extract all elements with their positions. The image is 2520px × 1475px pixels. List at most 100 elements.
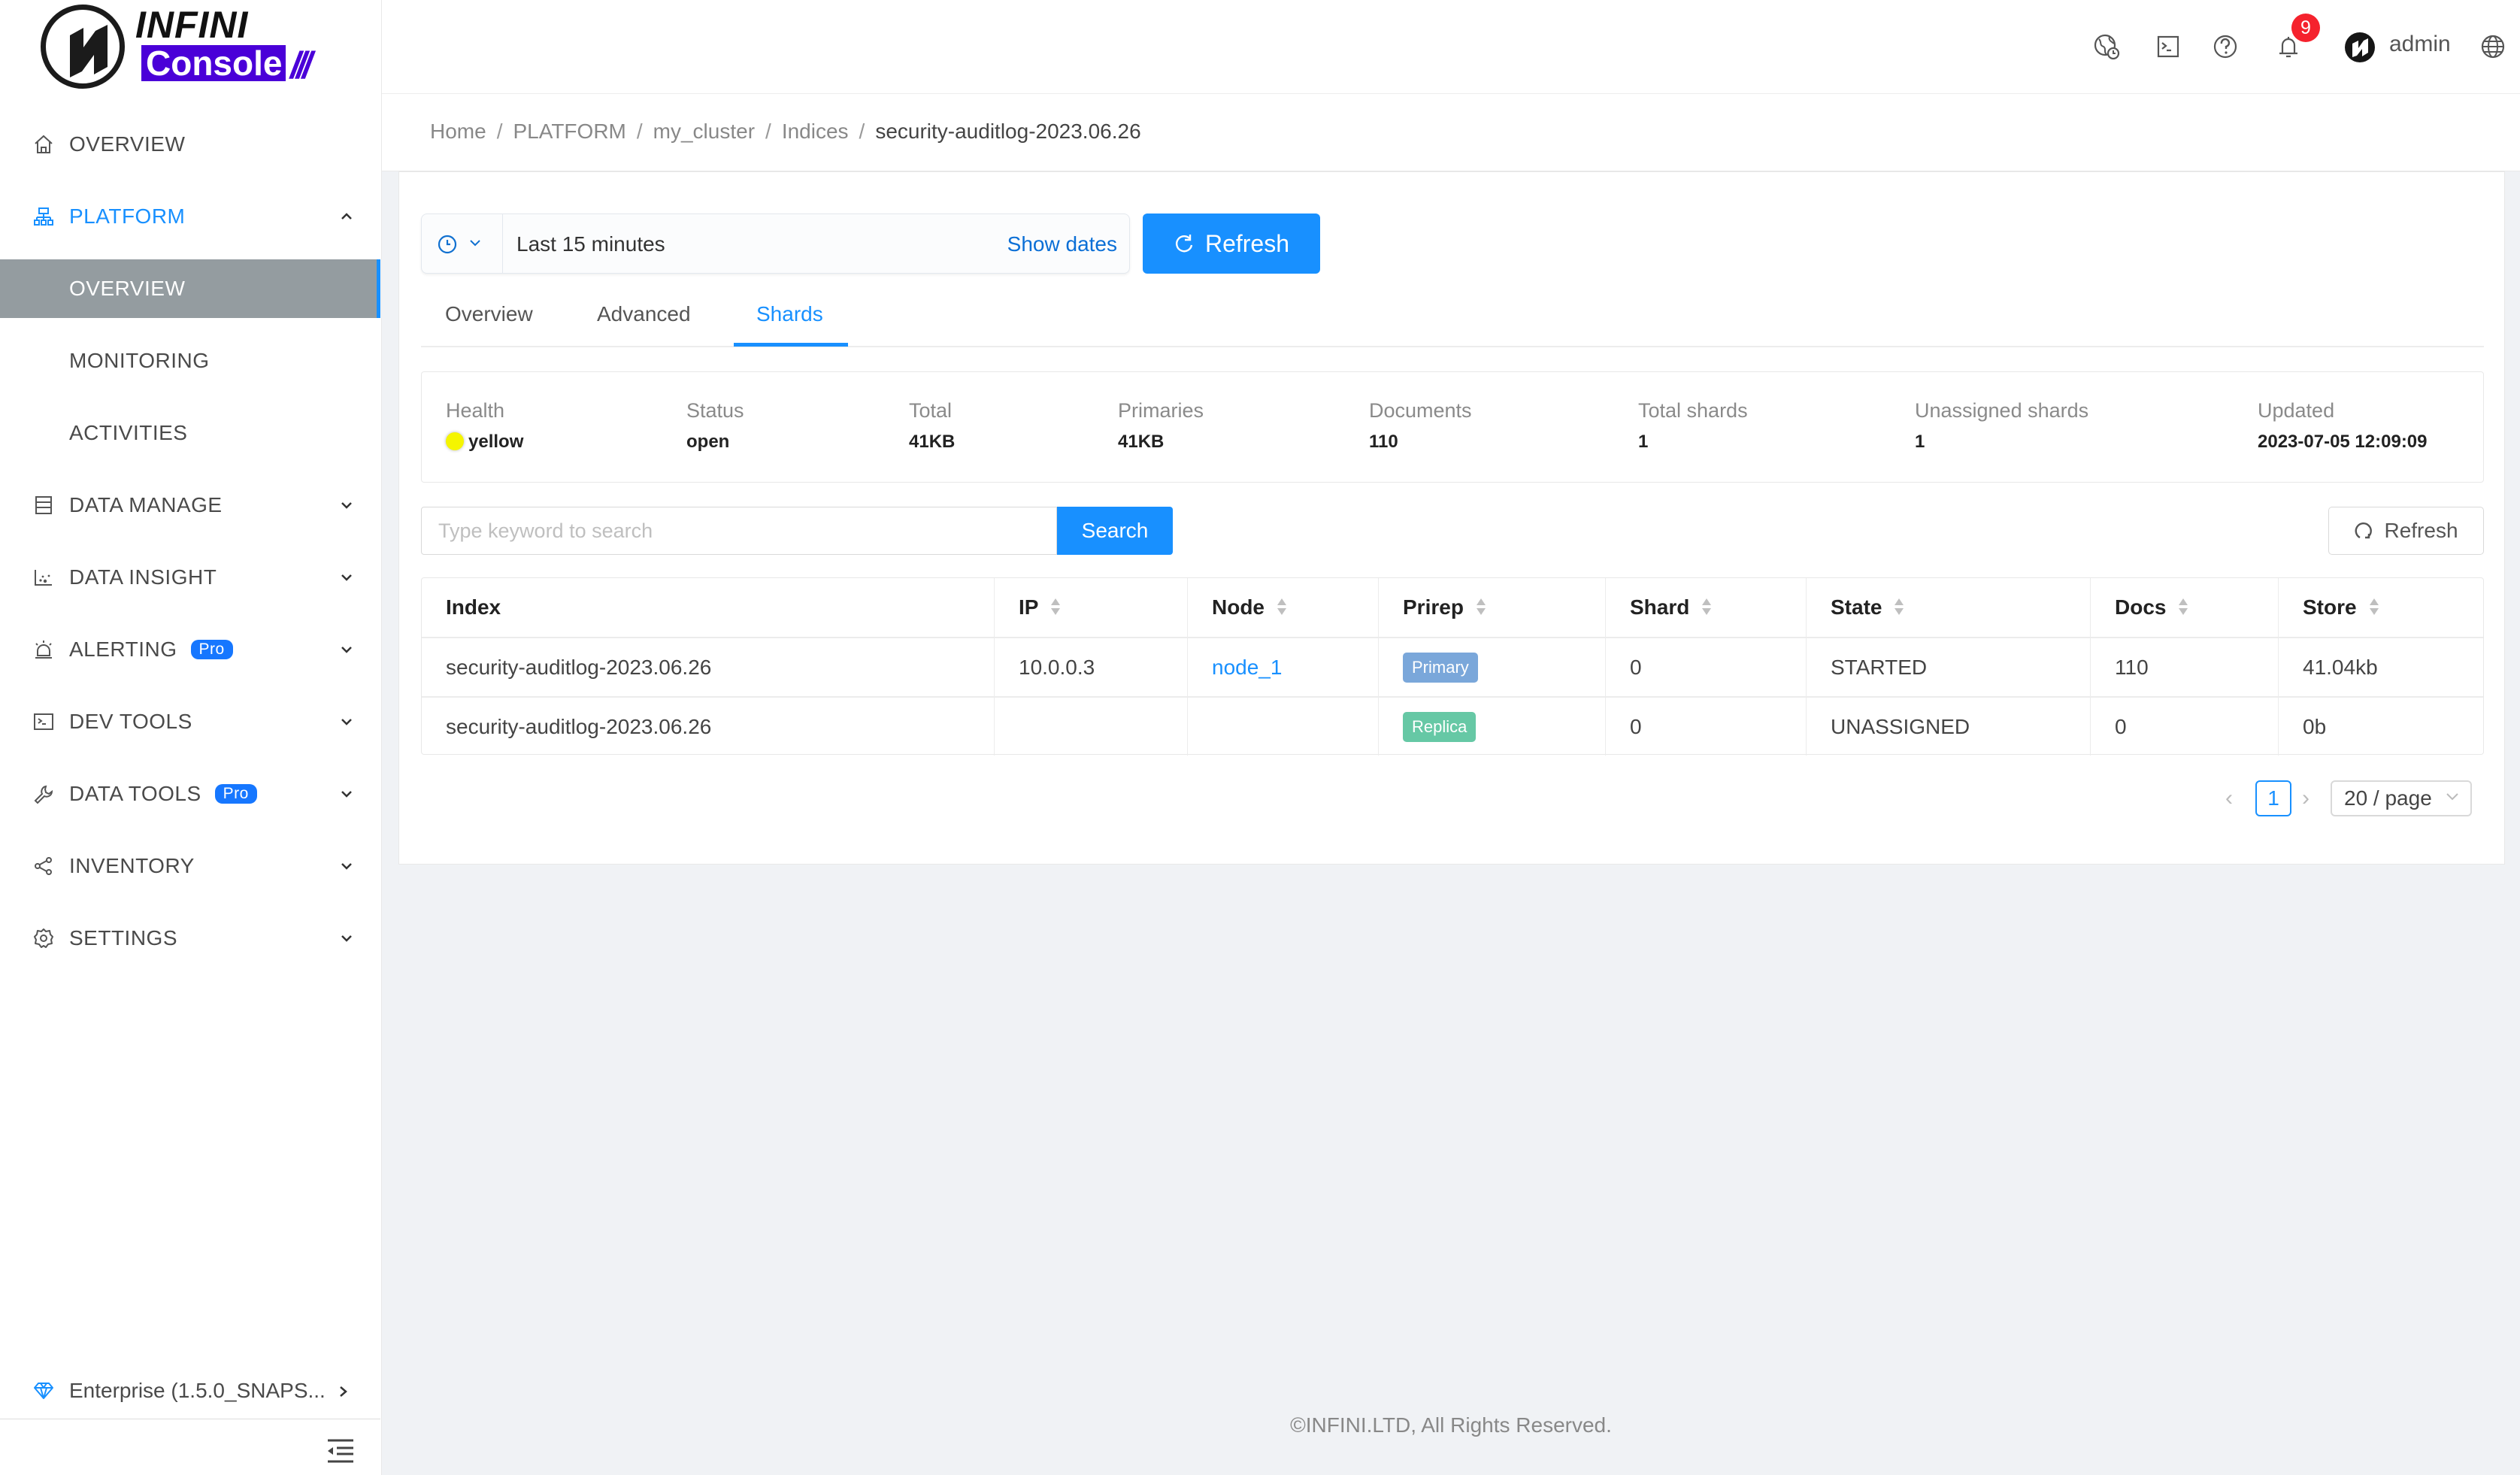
column-header-ip[interactable]: IP: [994, 578, 1187, 637]
tab-advanced[interactable]: Advanced: [597, 302, 691, 326]
sidebar-item-monitoring[interactable]: MONITORING: [0, 332, 380, 390]
search-button[interactable]: Search: [1057, 507, 1173, 555]
logo-mark-icon: [41, 5, 125, 89]
stat-label: Documents: [1369, 399, 1472, 422]
sort-icon[interactable]: [1277, 598, 1287, 617]
sidebar: INFINI Console /// OVERVIEW PLATFORM OVE…: [0, 0, 382, 1475]
cell-node: node_1: [1187, 638, 1378, 696]
page-size-select[interactable]: 20 / page: [2331, 780, 2472, 816]
sidebar-item-label: DATA TOOLS Pro: [69, 782, 257, 806]
prirep-tag: Primary: [1403, 652, 1478, 683]
sidebar-item-label: ACTIVITIES: [69, 421, 188, 444]
breadcrumb-indices[interactable]: Indices: [782, 120, 849, 143]
chevron-right-icon: [340, 1386, 347, 1397]
stat-label: Status: [686, 399, 744, 422]
pro-badge: Pro: [190, 639, 233, 659]
language-icon[interactable]: [2479, 33, 2506, 60]
sidebar-item-label: DATA MANAGE: [69, 493, 223, 516]
breadcrumb: Home / PLATFORM / my_cluster / Indices / securit…: [430, 120, 1141, 143]
stat-total-shards: Total shards 1: [1638, 399, 1748, 453]
top-header: [382, 0, 2520, 94]
column-label: Index: [446, 595, 501, 619]
sidebar-item-data-tools[interactable]: DATA TOOLS Pro: [0, 765, 380, 823]
node-link[interactable]: node_1: [1212, 656, 1282, 680]
sort-icon[interactable]: [2178, 598, 2188, 617]
avatar[interactable]: [2344, 32, 2376, 63]
column-header-prirep[interactable]: Prirep: [1378, 578, 1605, 637]
sort-icon[interactable]: [1701, 598, 1712, 617]
sidebar-item-label: DEV TOOLS: [69, 710, 192, 733]
diamond-icon: [34, 1383, 53, 1399]
cell-store: 0b: [2278, 698, 2483, 756]
breadcrumb-home[interactable]: Home: [430, 120, 486, 143]
sidebar-item-platform[interactable]: PLATFORM: [0, 187, 380, 246]
column-header-store[interactable]: Store: [2278, 578, 2483, 637]
chevron-down-icon: [470, 240, 480, 247]
stat-label: Primaries: [1118, 399, 1204, 422]
search-input[interactable]: [421, 507, 1057, 555]
help-icon[interactable]: [2212, 33, 2239, 60]
sort-icon[interactable]: [1476, 598, 1486, 617]
cell-shard: 0: [1605, 698, 1806, 756]
show-dates-link[interactable]: Show dates: [1007, 232, 1117, 256]
breadcrumb-platform[interactable]: PLATFORM: [513, 120, 625, 143]
chevron-down-icon: [341, 574, 352, 581]
shards-table: Index IP Node Prirep Shard State Docs St…: [421, 577, 2484, 756]
sidebar-item-overview[interactable]: OVERVIEW: [0, 115, 380, 174]
sort-icon[interactable]: [1894, 598, 1904, 617]
collapse-sidebar-icon[interactable]: [326, 1439, 355, 1463]
tab-shards[interactable]: Shards: [756, 302, 823, 326]
globe-clock-icon[interactable]: [2093, 33, 2120, 60]
column-header-state[interactable]: State: [1806, 578, 2090, 637]
stat-value: 2023-07-05 12:09:09: [2258, 432, 2428, 452]
column-header-index: Index: [422, 578, 994, 637]
column-label: Store: [2303, 595, 2357, 619]
sidebar-item-data-manage[interactable]: DATA MANAGE: [0, 476, 380, 535]
sidebar-item-alerting[interactable]: ALERTING Pro: [0, 620, 380, 679]
time-range-value[interactable]: Last 15 minutes: [516, 232, 665, 256]
clock-icon: [438, 235, 457, 254]
column-header-docs[interactable]: Docs: [2090, 578, 2278, 637]
reload-icon: [2355, 522, 2373, 539]
column-header-shard[interactable]: Shard: [1605, 578, 1806, 637]
sidebar-item-dev-tools[interactable]: DEV TOOLS: [0, 692, 380, 751]
prev-page-icon[interactable]: ‹: [2225, 787, 2240, 810]
tab-overview[interactable]: Overview: [445, 302, 533, 326]
cell-prirep: Replica: [1378, 698, 1605, 756]
sidebar-item-settings[interactable]: SETTINGS: [0, 909, 380, 968]
page-number[interactable]: 1: [2255, 780, 2291, 816]
logo[interactable]: INFINI Console ///: [36, 0, 337, 94]
edition-info[interactable]: Enterprise (1.5.0_SNAPS...: [0, 1362, 380, 1419]
refresh-button[interactable]: Refresh: [1143, 214, 1320, 274]
sidebar-item-data-insight[interactable]: DATA INSIGHT: [0, 548, 380, 607]
sidebar-item-activities[interactable]: ACTIVITIES: [0, 404, 380, 462]
column-header-node[interactable]: Node: [1187, 578, 1378, 637]
sidebar-item-label: MONITORING: [69, 349, 210, 372]
sidebar-item-platform-overview[interactable]: OVERVIEW: [0, 259, 380, 318]
refresh-icon: [1175, 235, 1193, 253]
quick-select-button[interactable]: [422, 214, 503, 273]
logo-text: INFINI: [135, 4, 249, 46]
stat-value: 1: [1638, 432, 1649, 452]
sort-icon[interactable]: [2369, 598, 2379, 617]
next-page-icon[interactable]: ›: [2302, 787, 2317, 810]
time-range-picker[interactable]: Last 15 minutes Show dates: [421, 214, 1130, 274]
stat-value: open: [686, 432, 730, 452]
user-name[interactable]: admin: [2389, 32, 2451, 57]
cell-docs: 0: [2090, 698, 2278, 756]
stat-primaries: Primaries 41KB: [1118, 399, 1204, 453]
table-row: security-auditlog-2023.06.26 Replica 0 U…: [422, 696, 2483, 756]
sort-icon[interactable]: [1050, 598, 1061, 617]
refresh-table-button[interactable]: Refresh: [2328, 507, 2484, 555]
cell-index: security-auditlog-2023.06.26: [446, 655, 712, 679]
stat-updated: Updated 2023-07-05 12:09:09: [2258, 399, 2428, 453]
notification-badge: 9: [2291, 14, 2320, 42]
stat-label: Total: [909, 399, 953, 422]
page-size-value: 20 / page: [2344, 786, 2432, 810]
breadcrumb-current: security-auditlog-2023.06.26: [875, 120, 1141, 143]
sidebar-item-inventory[interactable]: INVENTORY: [0, 837, 380, 895]
refresh-button-label: Refresh: [1204, 229, 1290, 257]
terminal-icon[interactable]: [2155, 33, 2182, 60]
edition-label: Enterprise (1.5.0_SNAPS...: [69, 1378, 326, 1402]
breadcrumb-cluster[interactable]: my_cluster: [653, 120, 755, 143]
